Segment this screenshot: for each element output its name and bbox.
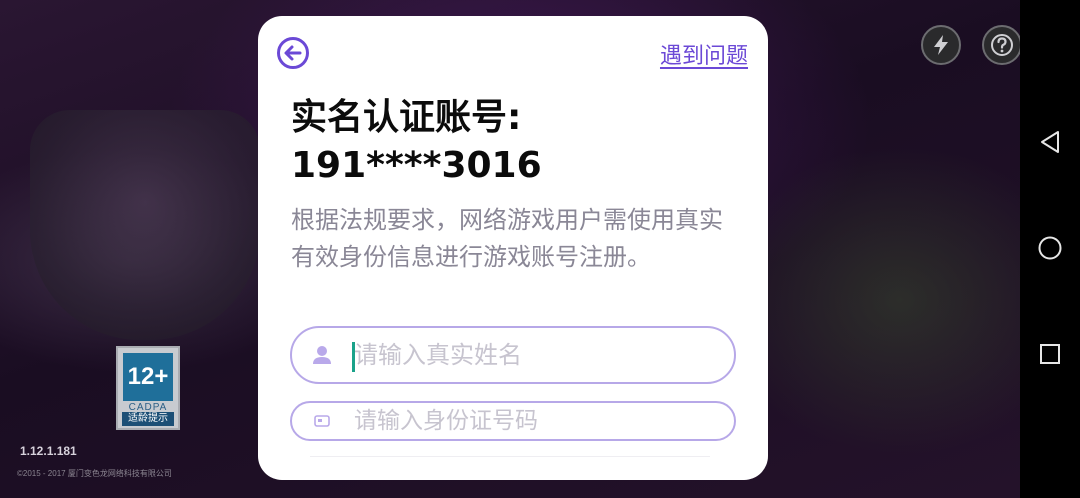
title-line-1: 实名认证账号:: [291, 97, 522, 138]
back-triangle-icon: [1041, 131, 1059, 153]
home-circle-icon: [1038, 236, 1062, 260]
help-link[interactable]: 遇到问题: [660, 38, 748, 70]
nav-home-button[interactable]: [1034, 232, 1066, 264]
id-number-input[interactable]: [352, 407, 716, 435]
age-rating: 12+: [123, 353, 173, 401]
real-name-input[interactable]: [352, 340, 716, 370]
castle-artwork: [30, 110, 260, 340]
real-name-field[interactable]: [290, 326, 736, 384]
real-name-verification-dialog: 遇到问题 实名认证账号: 191****3016 根据法规要求，网络游戏用户需使…: [258, 16, 768, 480]
version-label: 1.12.1.181: [20, 444, 77, 458]
age-rating-badge: 12+ CADPA 适龄提示: [116, 346, 180, 430]
age-rating-tip: 适龄提示: [122, 412, 174, 426]
recents-square-icon: [1040, 344, 1060, 364]
verification-description: 根据法规要求，网络游戏用户需使用真实有效身份信息进行游戏账号注册。: [291, 206, 723, 271]
back-button[interactable]: [276, 36, 310, 70]
divider: [310, 456, 710, 457]
lightning-icon[interactable]: [921, 25, 961, 65]
account-number: 191****3016: [291, 145, 542, 186]
copyright-label: ©2015 - 2017 厦门变色龙网络科技有限公司: [17, 469, 172, 478]
person-icon: [310, 343, 334, 367]
question-icon[interactable]: [982, 25, 1020, 65]
nav-back-button[interactable]: [1034, 126, 1066, 158]
id-number-field[interactable]: [290, 401, 736, 441]
text-cursor: [352, 342, 355, 372]
nav-recents-button[interactable]: [1034, 338, 1066, 370]
system-nav-bar: [1020, 0, 1080, 498]
id-card-icon: [310, 409, 334, 433]
back-arrow-icon: [277, 37, 309, 69]
dialog-title: 实名认证账号: 191****3016: [291, 94, 741, 190]
